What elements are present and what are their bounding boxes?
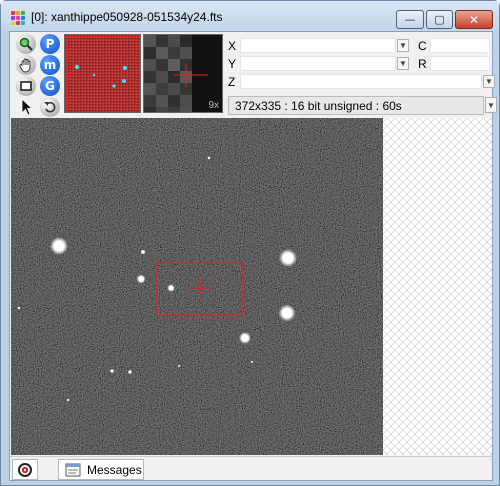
image-info-field: 372x335 : 16 bit unsigned : 60s bbox=[228, 96, 484, 115]
minimize-button[interactable]: — bbox=[396, 10, 424, 29]
tab-messages-label: Messages bbox=[87, 462, 142, 477]
p-button[interactable]: P bbox=[40, 34, 60, 54]
window-title: [0]: xanthippe050928-051534y24.fts bbox=[31, 10, 223, 24]
empty-area bbox=[383, 118, 492, 455]
magnifier-pixel-grid bbox=[144, 35, 192, 112]
hand-icon[interactable] bbox=[16, 55, 36, 75]
m-button[interactable]: m bbox=[40, 55, 60, 75]
chevron-down-icon: ▼ bbox=[485, 77, 493, 86]
maximize-icon: ▢ bbox=[434, 13, 445, 26]
y-row: Y ▼ R bbox=[226, 56, 492, 72]
window-client: P m G 9x X ▼ C Y ▼ R Z ▼ 372x335: 16 bi… bbox=[9, 31, 497, 481]
messages-icon bbox=[65, 463, 81, 476]
panner-thumbnail[interactable] bbox=[64, 34, 141, 113]
undo-icon[interactable] bbox=[40, 97, 60, 117]
maximize-button[interactable]: ▢ bbox=[426, 10, 453, 29]
y-label: Y bbox=[228, 57, 237, 71]
x-dropdown-button[interactable]: ▼ bbox=[397, 39, 409, 52]
fits-image-window: [0]: xanthippe050928-051534y24.fts — ▢ ✕… bbox=[0, 0, 500, 486]
close-button[interactable]: ✕ bbox=[455, 10, 493, 29]
z-value bbox=[240, 74, 482, 89]
x-row: X ▼ C bbox=[226, 38, 492, 54]
title-bar[interactable]: [0]: xanthippe050928-051534y24.fts — ▢ ✕ bbox=[1, 1, 499, 31]
rectangle-select-icon[interactable] bbox=[16, 76, 36, 96]
r-value bbox=[430, 56, 490, 71]
tab-target[interactable] bbox=[12, 459, 38, 480]
z-label: Z bbox=[228, 75, 236, 89]
x-value bbox=[240, 38, 396, 53]
image-display[interactable] bbox=[11, 118, 492, 455]
target-icon bbox=[18, 462, 32, 477]
magnifier-zoom-label: 9x bbox=[208, 100, 219, 111]
tab-messages[interactable]: Messages bbox=[58, 459, 144, 480]
tool-palette: P m G bbox=[14, 34, 64, 117]
c-label: C bbox=[418, 39, 427, 53]
bottom-tab-strip: Messages bbox=[10, 456, 492, 480]
chevron-down-icon: ▼ bbox=[399, 41, 407, 50]
app-logo-icon bbox=[11, 11, 25, 25]
y-value bbox=[240, 56, 396, 71]
magnifier-icon[interactable] bbox=[16, 34, 36, 54]
info-dropdown-button[interactable]: ▼ bbox=[485, 97, 497, 113]
magnifier-panel: 9x bbox=[143, 34, 223, 113]
pointer-arrow-icon[interactable] bbox=[16, 97, 36, 117]
close-icon: ✕ bbox=[468, 12, 480, 27]
y-dropdown-button[interactable]: ▼ bbox=[397, 57, 409, 70]
r-label: R bbox=[418, 57, 427, 71]
c-value bbox=[430, 38, 490, 53]
chevron-down-icon: ▼ bbox=[487, 100, 495, 110]
minimize-icon: — bbox=[404, 13, 416, 26]
chevron-down-icon: ▼ bbox=[399, 59, 407, 68]
coordinate-panel: X ▼ C Y ▼ R Z ▼ 372x335 : 16 bit unsigne… bbox=[226, 34, 497, 116]
x-label: X bbox=[228, 39, 237, 53]
z-dropdown-button[interactable]: ▼ bbox=[483, 75, 495, 88]
g-button[interactable]: G bbox=[40, 76, 60, 96]
z-row: Z ▼ bbox=[226, 74, 495, 90]
